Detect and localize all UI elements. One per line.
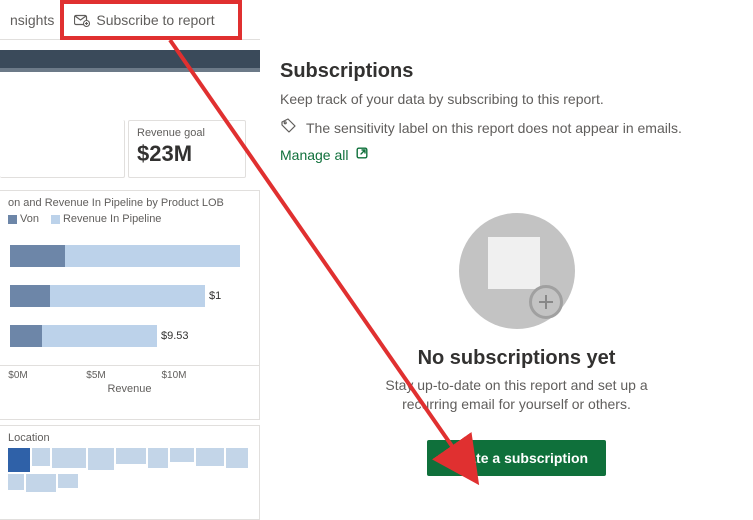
tile-title: Revenue goal: [129, 121, 245, 139]
bar-value-label: $9.53: [161, 330, 189, 342]
pane-heading: Subscriptions: [280, 60, 753, 83]
legend-swatch-pipeline: [51, 215, 60, 224]
legend-pipeline-label: Revenue In Pipeline: [63, 213, 161, 225]
map-title: Location: [0, 426, 259, 446]
bar-segment-won: [10, 285, 50, 307]
bar-segment-pipeline: [50, 285, 205, 307]
bar-segment-won: [10, 325, 42, 347]
report-area: nsights Subscribe to report Revenue goal…: [0, 0, 260, 520]
toolbar-insights[interactable]: nsights: [0, 12, 64, 28]
bar-chart-x-axis: $0M $5M $10M Revenue: [0, 365, 259, 393]
axis-tick: $0M: [8, 370, 27, 381]
sensitivity-note-row: The sensitivity label on this report doe…: [280, 117, 753, 138]
bar-chart-title: on and Revenue In Pipeline by Product LO…: [0, 191, 259, 209]
open-external-icon: [355, 146, 369, 163]
subscribe-to-report-button[interactable]: Subscribe to report: [64, 12, 224, 28]
bar-chart-legend: Von Revenue In Pipeline: [0, 209, 259, 227]
legend-won-label: Von: [20, 213, 39, 225]
sensitivity-note-text: The sensitivity label on this report doe…: [306, 120, 682, 136]
document-icon: [488, 237, 540, 289]
tile-blank: [0, 120, 125, 178]
bar-segment-pipeline: [42, 325, 157, 347]
bar-chart-card: on and Revenue In Pipeline by Product LO…: [0, 190, 260, 420]
manage-all-link[interactable]: Manage all: [280, 146, 369, 163]
bar-segment-won: [10, 245, 65, 267]
bar-segment-pipeline: [65, 245, 240, 267]
legend-swatch-won: [8, 215, 17, 224]
subscriptions-pane: Subscriptions Keep track of your data by…: [280, 0, 753, 520]
empty-state-subtitle: Stay up-to-date on this report and set u…: [357, 376, 677, 414]
bar-row-2: $1: [10, 283, 221, 309]
tile-revenue-goal: Revenue goal $23M: [128, 120, 246, 178]
bar-row-1: [10, 243, 240, 269]
bar-value-label: $1: [209, 290, 221, 302]
empty-state-title: No subscriptions yet: [280, 347, 753, 370]
manage-all-label: Manage all: [280, 147, 349, 163]
create-subscription-button[interactable]: Create a subscription: [427, 440, 606, 476]
report-header-band: [0, 50, 260, 72]
empty-state: No subscriptions yet Stay up-to-date on …: [280, 213, 753, 476]
envelope-plus-icon: [74, 13, 90, 27]
report-toolbar: nsights Subscribe to report: [0, 0, 260, 40]
empty-state-graphic: [459, 213, 575, 329]
add-circle-icon: [529, 285, 563, 319]
bar-row-3: $9.53: [10, 323, 189, 349]
map-card: Location: [0, 425, 260, 520]
axis-label: Revenue: [107, 383, 151, 395]
tag-icon: [280, 117, 298, 138]
axis-tick: $5M: [86, 370, 105, 381]
subscribe-label: Subscribe to report: [96, 12, 214, 28]
map-placeholder: [8, 448, 251, 508]
toolbar-insights-label: nsights: [10, 12, 54, 28]
bar-chart-bars: $1 $9.53: [0, 237, 259, 363]
tile-value: $23M: [129, 139, 245, 175]
axis-tick: $10M: [161, 370, 186, 381]
pane-description: Keep track of your data by subscribing t…: [280, 91, 753, 107]
